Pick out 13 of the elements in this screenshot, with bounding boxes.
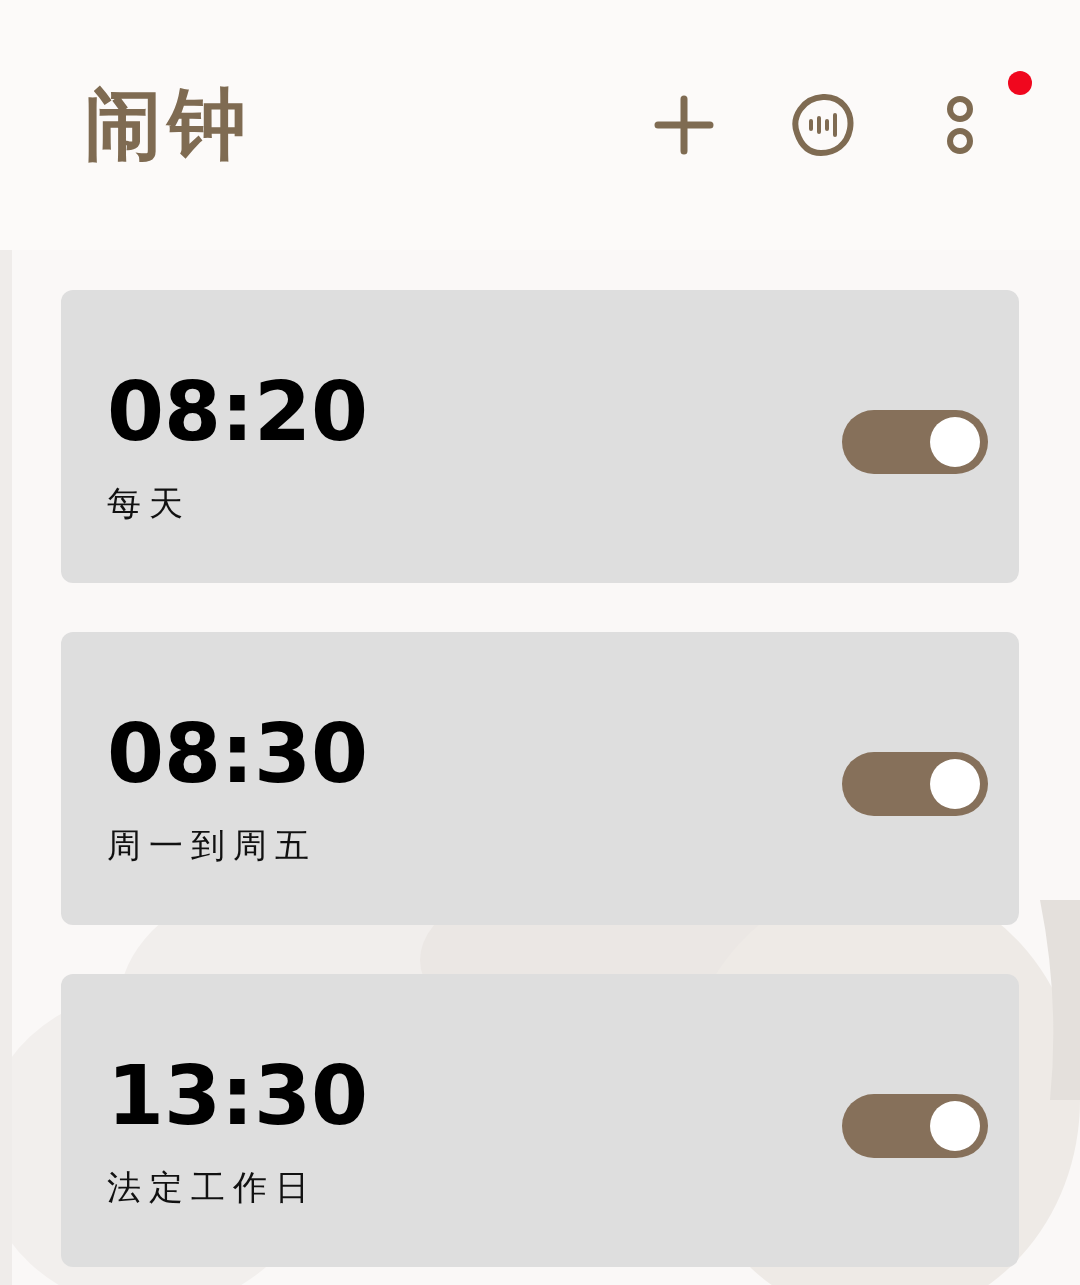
alarm-repeat: 周一到周五 [107,823,317,867]
alarm-repeat: 每天 [107,481,191,525]
alarm-card[interactable]: 13:30 法定工作日 [61,974,1019,1267]
alarm-time: 08:30 [107,712,368,795]
alarm-card[interactable]: 08:30 周一到周五 [61,632,1019,925]
alarm-time: 13:30 [107,1054,368,1137]
page-title: 闹钟 [84,76,253,171]
alarm-card[interactable]: 08:20 每天 [61,290,1019,583]
more-icon [945,94,975,156]
add-icon [654,95,714,155]
alarm-time: 08:20 [107,370,368,453]
voice-icon [789,93,855,157]
alarm-repeat: 法定工作日 [107,1165,317,1209]
